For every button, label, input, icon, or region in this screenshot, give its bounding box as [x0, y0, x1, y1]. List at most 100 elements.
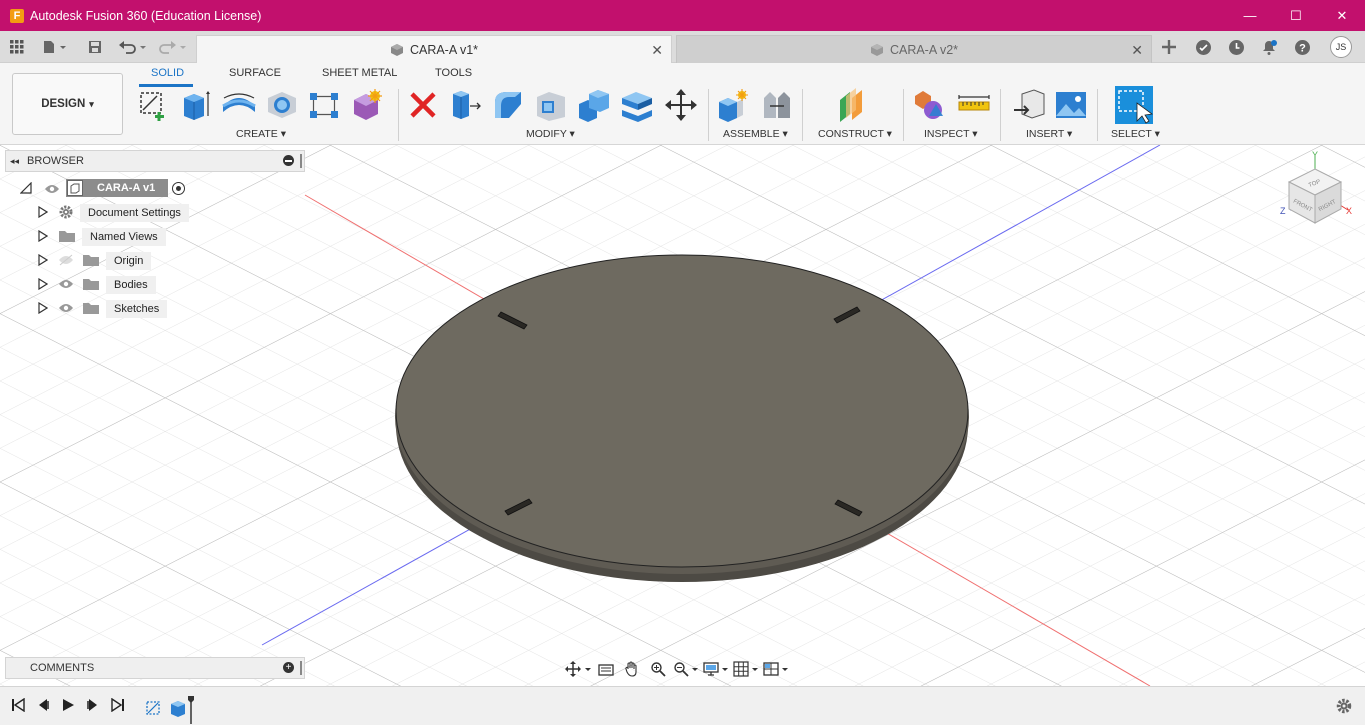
gear-icon	[58, 204, 74, 223]
combine-icon[interactable]	[577, 88, 611, 122]
expand-plus-icon[interactable]: +	[283, 662, 294, 673]
assemble-group-label[interactable]: ASSEMBLE ▾	[723, 128, 788, 140]
browser-item-origin[interactable]: Origin	[38, 251, 152, 271]
insert-canvas-image-icon[interactable]	[1054, 88, 1088, 122]
shell-icon[interactable]	[534, 88, 568, 122]
collapse-minus-icon[interactable]	[283, 155, 294, 166]
disc-body-top-face[interactable]	[395, 254, 969, 568]
browser-item-sketches[interactable]: Sketches	[38, 299, 168, 319]
fillet-icon[interactable]	[491, 88, 525, 122]
visibility-eye-icon[interactable]	[58, 278, 74, 293]
redo-icon[interactable]	[156, 31, 190, 63]
close-tab-icon[interactable]: ✕	[651, 42, 663, 59]
tab-surface[interactable]: SURFACE	[229, 67, 281, 79]
collapsed-triangle-icon[interactable]	[38, 301, 49, 317]
construct-group-label[interactable]: CONSTRUCT ▾	[818, 128, 892, 140]
hole-icon[interactable]	[265, 88, 299, 122]
title-bar: F Autodesk Fusion 360 (Education License…	[0, 0, 1365, 31]
extensions-icon[interactable]	[1190, 31, 1216, 63]
activate-radio-icon[interactable]	[172, 182, 185, 195]
visibility-eye-icon[interactable]	[44, 183, 60, 198]
orbit-icon[interactable]	[563, 658, 593, 680]
tab-cara-a-v2[interactable]: CARA-A v2* ✕	[676, 35, 1152, 63]
look-at-icon[interactable]	[593, 658, 619, 680]
collapsed-triangle-icon[interactable]	[38, 253, 49, 269]
create-sketch-icon[interactable]	[137, 88, 171, 122]
measure-ruler-icon[interactable]	[957, 88, 991, 122]
help-icon[interactable]: ?	[1289, 31, 1315, 63]
browser-item-bodies[interactable]: Bodies	[38, 275, 156, 295]
collapsed-triangle-icon[interactable]	[38, 205, 49, 221]
fit-zoom-dropdown-icon[interactable]	[671, 658, 701, 680]
grid-snaps-icon[interactable]	[731, 658, 761, 680]
interference-shapes-icon[interactable]	[913, 88, 947, 122]
tab-cara-a-v1[interactable]: CARA-A v1* ✕	[196, 35, 672, 63]
close-window-button[interactable]: ✕	[1319, 0, 1365, 31]
select-tool-icon[interactable]	[1115, 86, 1154, 124]
tab-solid[interactable]: SOLID	[151, 67, 184, 79]
delete-x-icon[interactable]	[406, 88, 440, 122]
maximize-button[interactable]: ☐	[1273, 0, 1319, 31]
user-avatar[interactable]: JS	[1328, 31, 1354, 63]
minimize-button[interactable]: —	[1227, 0, 1273, 31]
extrude-icon[interactable]	[178, 88, 212, 122]
collapse-panel-icon[interactable]: ◂◂	[10, 156, 19, 167]
collapsed-triangle-icon[interactable]	[38, 229, 49, 245]
panel-grip-icon[interactable]	[300, 661, 302, 675]
panel-grip-icon[interactable]	[300, 154, 302, 168]
timeline-marker[interactable]	[188, 696, 194, 724]
pan-hand-icon[interactable]	[619, 658, 645, 680]
workspace-design-dropdown[interactable]: DESIGN ▾	[12, 73, 123, 135]
play-icon[interactable]	[60, 697, 76, 713]
job-status-clock-icon[interactable]	[1223, 31, 1249, 63]
close-tab-icon[interactable]: ✕	[1131, 42, 1143, 59]
select-group-label[interactable]: SELECT ▾	[1111, 128, 1160, 140]
insert-derive-icon[interactable]	[1012, 88, 1046, 122]
offset-face-icon[interactable]	[620, 88, 654, 122]
browser-root-node[interactable]: CARA-A v1	[19, 179, 200, 199]
modify-group-label[interactable]: MODIFY ▾	[526, 128, 575, 140]
notifications-bell-icon[interactable]	[1256, 31, 1282, 63]
3d-scene[interactable]: Y Z X TOP FRONT RIGHT	[0, 145, 1365, 686]
joint-icon[interactable]	[760, 88, 794, 122]
data-panel-grid-icon[interactable]	[4, 31, 30, 63]
timeline-settings-gear-icon[interactable]	[1335, 697, 1353, 715]
create-group-label[interactable]: CREATE ▾	[236, 128, 286, 140]
revolve-icon[interactable]	[221, 88, 256, 122]
undo-icon[interactable]	[116, 31, 150, 63]
browser-item-document-settings[interactable]: Document Settings	[38, 203, 189, 223]
browser-item-named-views[interactable]: Named Views	[38, 227, 166, 247]
file-menu-icon[interactable]	[38, 31, 72, 63]
hidden-eye-icon[interactable]	[58, 254, 74, 269]
create-form-icon[interactable]	[350, 88, 384, 122]
go-to-start-icon[interactable]	[10, 697, 26, 713]
tab-sheet-metal[interactable]: SHEET METAL	[322, 67, 397, 79]
insert-group-label[interactable]: INSERT ▾	[1026, 128, 1072, 140]
timeline-sketch-feature-icon[interactable]	[145, 699, 163, 717]
offset-plane-icon[interactable]	[836, 88, 870, 122]
new-component-icon[interactable]	[717, 88, 751, 122]
3d-canvas-viewport[interactable]: Y Z X TOP FRONT RIGHT ◂◂ BROWSER CARA-A …	[0, 145, 1365, 686]
comments-panel-header[interactable]: COMMENTS +	[5, 657, 305, 679]
save-icon[interactable]	[84, 31, 106, 63]
display-settings-icon[interactable]	[701, 658, 731, 680]
expanded-triangle-icon[interactable]	[19, 181, 32, 197]
timeline-extrude-feature-icon[interactable]	[169, 699, 187, 717]
go-to-end-icon[interactable]	[110, 697, 126, 713]
pattern-icon[interactable]	[307, 88, 341, 122]
root-component-label-box[interactable]: CARA-A v1	[66, 179, 168, 197]
folder-icon	[82, 253, 100, 270]
collapsed-triangle-icon[interactable]	[38, 277, 49, 293]
new-tab-plus-icon[interactable]	[1156, 31, 1182, 63]
step-forward-icon[interactable]	[85, 697, 101, 713]
step-back-icon[interactable]	[35, 697, 51, 713]
browser-panel-header[interactable]: ◂◂ BROWSER	[5, 150, 305, 172]
zoom-icon[interactable]	[645, 658, 671, 680]
visibility-eye-icon[interactable]	[58, 302, 74, 317]
viewports-icon[interactable]	[761, 658, 791, 680]
move-copy-icon[interactable]	[664, 88, 698, 122]
inspect-group-label[interactable]: INSPECT ▾	[924, 128, 978, 140]
tab-tools[interactable]: TOOLS	[435, 67, 472, 79]
active-tab-indicator	[139, 84, 193, 87]
press-pull-icon[interactable]	[448, 88, 482, 122]
